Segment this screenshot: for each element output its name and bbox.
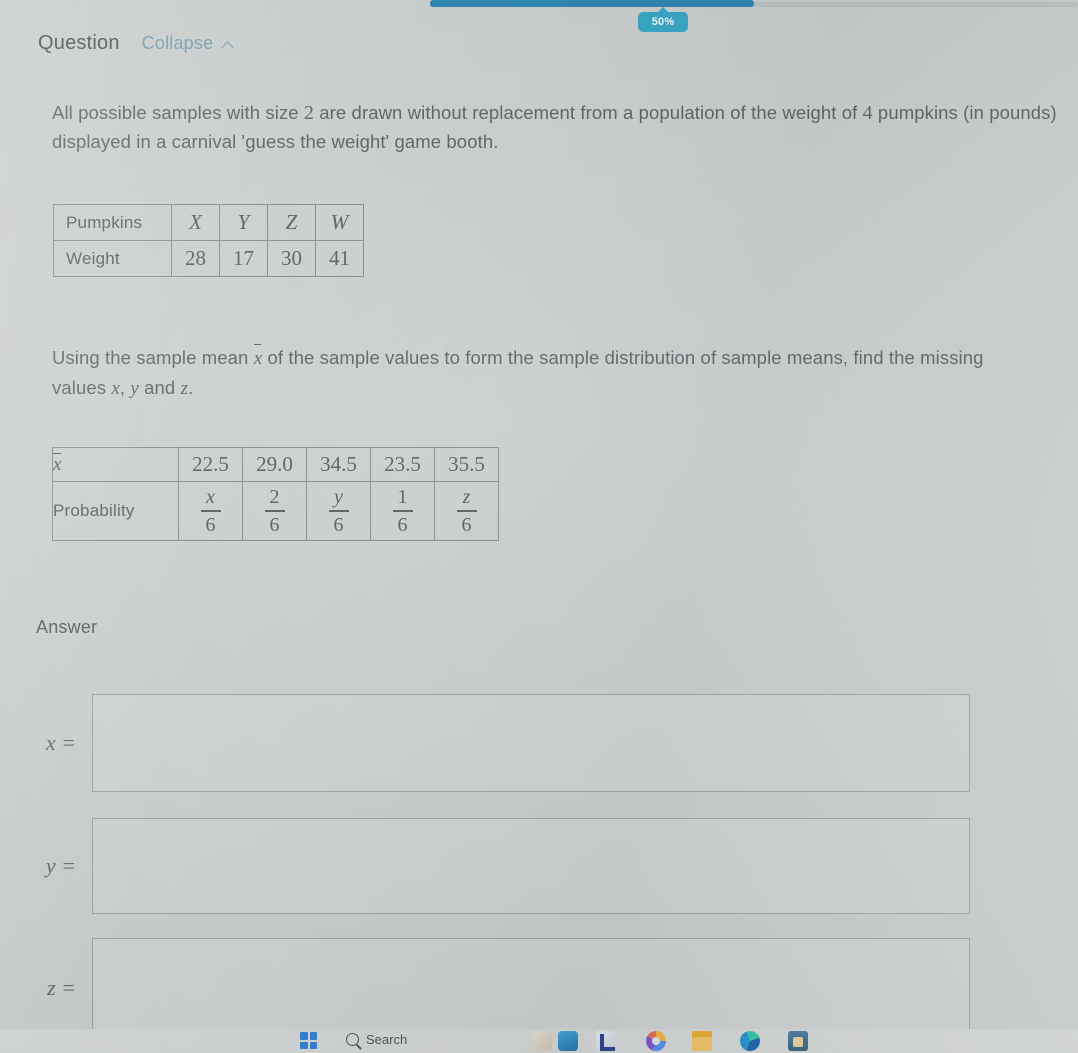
sample-mean-distribution-table: x 22.5 29.0 34.5 23.5 35.5 Probability x… xyxy=(52,447,499,541)
stmt2-sep-2: and xyxy=(138,376,181,398)
x-bar-symbol: x xyxy=(53,452,62,475)
windows-taskbar: Search xyxy=(0,1029,1078,1053)
fraction-numerator: 2 xyxy=(269,486,280,509)
row-header-probability: Probability xyxy=(52,481,179,541)
taskbar-search[interactable]: Search xyxy=(346,1032,407,1047)
progress-percent-badge: 50% xyxy=(638,12,688,32)
pumpkin-name-0: X xyxy=(171,204,220,241)
fraction-denominator: 6 xyxy=(269,513,280,536)
windows-start-icon[interactable] xyxy=(300,1032,317,1049)
folder-icon[interactable] xyxy=(692,1031,712,1051)
collapse-label: Collapse xyxy=(141,33,214,53)
answer-input-y[interactable] xyxy=(92,818,970,914)
answer-label-y: y = xyxy=(45,853,76,878)
answer-heading: Answer xyxy=(36,617,98,637)
fraction-denominator: 6 xyxy=(461,513,472,536)
fraction: z 6 xyxy=(456,486,477,536)
pumpkin-weight-3: 41 xyxy=(315,240,364,277)
sample-mean-4: 35.5 xyxy=(434,447,499,482)
x-bar-symbol: x xyxy=(253,344,263,374)
search-label: Search xyxy=(366,1032,408,1047)
table-row: Weight 28 17 30 41 xyxy=(53,240,364,277)
fraction-bar xyxy=(200,510,221,512)
pumpkin-weight-0: 28 xyxy=(171,240,220,277)
table-row: Probability x 6 2 6 y 6 1 6 z 6 xyxy=(52,481,499,541)
stmt1-population-size: 4 xyxy=(862,102,873,124)
stmt2-end: . xyxy=(188,376,194,398)
stmt2-var-y: y xyxy=(130,377,139,399)
question-statement-2: Using the sample mean x of the sample va… xyxy=(52,344,1032,404)
word-icon[interactable] xyxy=(596,1031,616,1051)
fraction-numerator: 1 xyxy=(397,486,408,509)
fraction-numerator: y xyxy=(334,486,343,509)
sample-mean-1: 29.0 xyxy=(242,447,307,482)
question-statement-1: All possible samples with size 2 are dra… xyxy=(52,98,1068,157)
page-title: Question xyxy=(38,32,120,54)
table-row: Pumpkins X Y Z W xyxy=(53,204,364,241)
pen-icon[interactable] xyxy=(532,1031,552,1051)
answer-row-x: x = xyxy=(0,694,970,792)
fraction-bar xyxy=(456,510,477,512)
fraction: y 6 xyxy=(328,486,349,536)
pumpkin-weight-1: 17 xyxy=(219,240,268,277)
fraction-bar xyxy=(328,510,349,512)
probability-3: 1 6 xyxy=(370,481,435,541)
pumpkin-name-3: W xyxy=(315,204,364,241)
probability-4: z 6 xyxy=(434,481,499,541)
chrome-icon[interactable] xyxy=(646,1031,666,1051)
stmt2-var-x: x xyxy=(111,377,120,399)
probability-0: x 6 xyxy=(178,481,243,541)
row-header-weight: Weight xyxy=(53,240,172,277)
answer-label-x: x = xyxy=(45,730,76,755)
fraction-bar xyxy=(264,510,285,512)
start-pane xyxy=(300,1041,308,1049)
fraction-bar xyxy=(392,510,413,512)
fraction-denominator: 6 xyxy=(333,513,344,536)
pumpkins-weight-table: Pumpkins X Y Z W Weight 28 17 30 41 xyxy=(53,204,364,277)
start-pane xyxy=(300,1032,308,1040)
question-header: Question Collapse xyxy=(38,32,233,55)
start-pane xyxy=(309,1032,317,1040)
answer-row-y: y = xyxy=(0,818,970,914)
store-icon[interactable] xyxy=(788,1031,808,1051)
stmt2-sep-1: , xyxy=(119,376,131,398)
sample-mean-0: 22.5 xyxy=(178,447,243,482)
stmt1-part-b: are drawn without replacement from a pop… xyxy=(314,102,863,123)
pumpkin-name-1: Y xyxy=(219,204,268,241)
edge-icon[interactable] xyxy=(740,1031,760,1051)
chevron-up-icon xyxy=(222,39,233,50)
stmt1-part-a: All possible samples with size xyxy=(52,102,304,123)
answer-input-x[interactable] xyxy=(92,694,970,792)
search-icon xyxy=(346,1033,359,1046)
row-header-pumpkins: Pumpkins xyxy=(53,204,172,241)
pumpkin-weight-2: 30 xyxy=(267,240,316,277)
fraction-numerator: z xyxy=(462,486,471,509)
collapse-button[interactable]: Collapse xyxy=(142,33,234,54)
table-row: x 22.5 29.0 34.5 23.5 35.5 xyxy=(52,447,499,482)
fraction: 1 6 xyxy=(392,486,413,536)
stmt1-sample-size: 2 xyxy=(303,102,315,124)
sample-mean-2: 34.5 xyxy=(306,447,371,482)
stmt2-var-z: z xyxy=(180,377,189,399)
answer-label-z: z = xyxy=(47,975,76,1000)
water-bottle-icon[interactable] xyxy=(558,1031,578,1051)
probability-1: 2 6 xyxy=(242,481,307,541)
sample-mean-3: 23.5 xyxy=(370,447,435,482)
fraction-denominator: 6 xyxy=(205,513,216,536)
progress-fill xyxy=(430,0,754,7)
answer-row-z: z = xyxy=(0,938,970,1038)
answer-input-z[interactable] xyxy=(92,938,970,1038)
row-header-xbar: x xyxy=(52,447,179,482)
fraction-denominator: 6 xyxy=(397,513,408,536)
probability-2: y 6 xyxy=(306,481,371,541)
progress-bar xyxy=(430,0,1078,8)
stmt2-part-a: Using the sample mean xyxy=(52,347,254,368)
fraction: x 6 xyxy=(200,486,221,536)
fraction: 2 6 xyxy=(264,486,285,536)
fraction-numerator: x xyxy=(206,486,215,509)
start-pane xyxy=(309,1041,317,1049)
pumpkin-name-2: Z xyxy=(267,204,316,241)
